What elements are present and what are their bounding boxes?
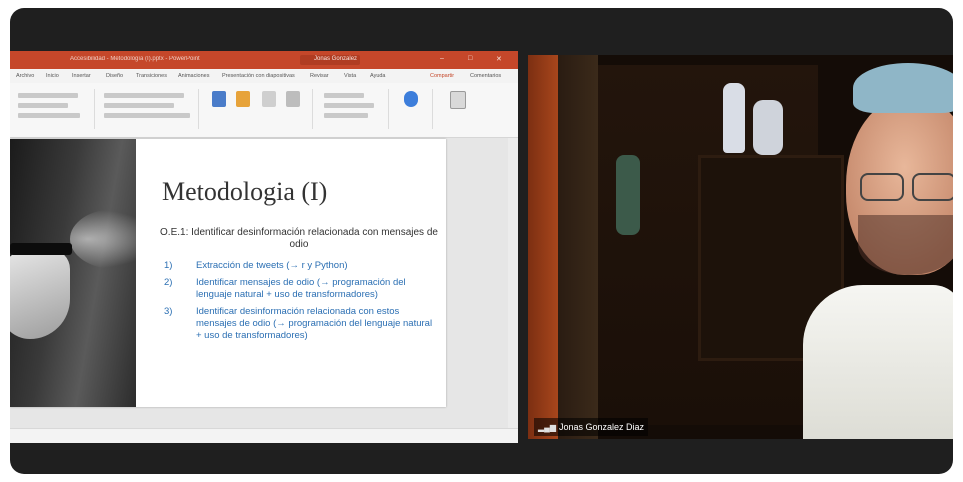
signal-bars-icon: ▂▄▆ <box>538 423 556 432</box>
slide-image-spray <box>10 139 136 407</box>
maximize-icon[interactable]: □ <box>468 55 472 62</box>
list-item: 1) Extracción de tweets (→ r y Python) <box>160 260 440 272</box>
video-call-frame: Accesibilidad - Metodología (I).pptx - P… <box>10 8 953 474</box>
list-text: Identificar desinformación relacionada c… <box>196 306 433 341</box>
tab-archivo[interactable]: Archivo <box>16 73 34 79</box>
layout-icon[interactable] <box>236 91 250 107</box>
list-number: 2) <box>164 277 173 288</box>
dictate-group <box>392 89 433 129</box>
designer-group <box>436 89 486 129</box>
powerpoint-titlebar: Accesibilidad - Metodología (I).pptx - P… <box>10 51 518 69</box>
tab-insertar[interactable]: Insertar <box>72 73 91 79</box>
ribbon-tabs: Archivo Inicio Insertar Diseño Transicio… <box>10 69 518 83</box>
window-title: Accesibilidad - Metodología (I).pptx - P… <box>70 56 200 62</box>
microphone-icon[interactable] <box>404 91 418 107</box>
list-item: 3) Identificar desinformación relacionad… <box>160 306 440 342</box>
tab-inicio[interactable]: Inicio <box>46 73 59 79</box>
tab-vista[interactable]: Vista <box>344 73 356 79</box>
editing-group <box>316 89 389 129</box>
slide-editor: Metodologia (I) O.E.1: Identificar desin… <box>10 138 518 428</box>
participant-name-tag: ▂▄▆ Jonas Gonzalez Diaz <box>534 418 649 436</box>
tab-revisar[interactable]: Revisar <box>310 73 329 79</box>
close-icon[interactable]: ✕ <box>496 55 502 63</box>
tab-diseno[interactable]: Diseño <box>106 73 123 79</box>
comments-button[interactable]: Comentarios <box>470 73 501 79</box>
vertical-scrollbar[interactable] <box>508 138 518 428</box>
share-button[interactable]: Compartir <box>430 73 454 79</box>
list-item: 2) Identificar mensajes de odio (→ progr… <box>160 277 440 301</box>
status-bar <box>10 428 518 443</box>
minimize-icon[interactable]: – <box>440 55 444 62</box>
font-group <box>98 89 199 129</box>
paragraph-group <box>202 89 313 129</box>
new-slide-icon[interactable] <box>212 91 226 107</box>
clipboard-group <box>14 89 95 129</box>
slide-list: 1) Extracción de tweets (→ r y Python) 2… <box>160 260 440 347</box>
slide-canvas[interactable]: Metodologia (I) O.E.1: Identificar desin… <box>10 139 446 407</box>
list-number: 1) <box>164 260 173 271</box>
list-text: Extracción de tweets (→ r y Python) <box>196 260 348 271</box>
tab-animaciones[interactable]: Animaciones <box>178 73 210 79</box>
participant-video <box>528 55 953 439</box>
tab-presentacion[interactable]: Presentación con diapositivas <box>222 73 295 79</box>
tab-ayuda[interactable]: Ayuda <box>370 73 386 79</box>
reset-icon[interactable] <box>262 91 276 107</box>
slide-subtitle: O.E.1: Identificar desinformación relaci… <box>160 227 438 250</box>
design-ideas-icon[interactable] <box>450 91 466 109</box>
list-text: Identificar mensajes de odio (→ programa… <box>196 277 406 300</box>
shared-screen: Accesibilidad - Metodología (I).pptx - P… <box>10 51 518 443</box>
ribbon-toolbar <box>10 83 518 138</box>
section-icon[interactable] <box>286 91 300 107</box>
tab-transiciones[interactable]: Transiciones <box>136 73 167 79</box>
slide-title: Metodologia (I) <box>162 177 328 206</box>
participant-name: Jonas Gonzalez Diaz <box>558 422 645 432</box>
user-name: Jonas Gonzalez <box>314 56 358 62</box>
list-number: 3) <box>164 306 173 317</box>
